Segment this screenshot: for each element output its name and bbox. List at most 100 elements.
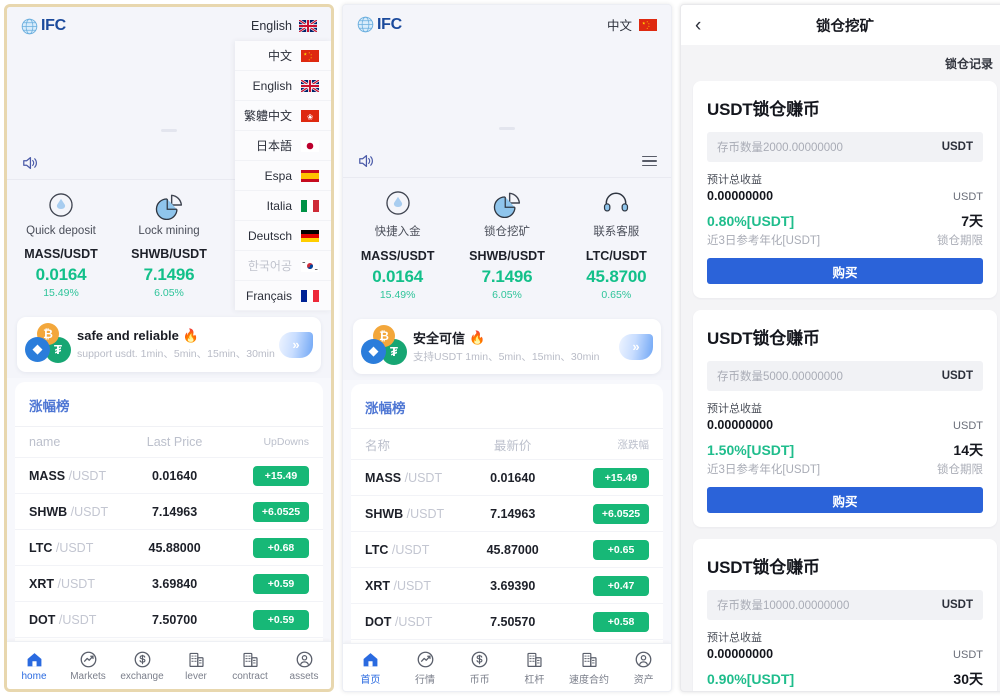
- market-symbol: MASS /USDT: [365, 470, 443, 485]
- bottom-tabbar-english[interactable]: home Markets exchange lever contract assets: [7, 641, 331, 689]
- buy-button[interactable]: 购买: [707, 258, 983, 284]
- announcement-speaker-icon[interactable]: [21, 155, 39, 171]
- market-price: 45.87000: [486, 542, 539, 557]
- amount-input[interactable]: 存币数量10000.00000000 USDT: [707, 590, 983, 620]
- language-selector[interactable]: 中文 ★ ★ ★ ★ ★: [607, 15, 657, 34]
- ticker-pair: MASS/USDT: [360, 249, 435, 263]
- language-option-8[interactable]: Français: [235, 281, 331, 311]
- table-row[interactable]: MASS /USDT 0.01640 +15.49: [351, 459, 663, 495]
- tab-首页[interactable]: 首页: [343, 649, 398, 686]
- col-header-change: 涨跌幅: [617, 438, 650, 451]
- tab-label: 资产: [633, 675, 654, 686]
- language-selector[interactable]: English: [251, 19, 318, 33]
- phone-panel-english-home: IFC English 中文 ★ ★ ★ ★ ★ English 繁軆中文 ❀ …: [4, 4, 334, 692]
- language-option-1[interactable]: English: [235, 71, 331, 101]
- table-row[interactable]: SHWB /USDT 7.14963 +6.0525: [351, 495, 663, 531]
- table-row[interactable]: XRT /USDT 3.69390 +0.47: [351, 567, 663, 603]
- fire-icon: 🔥: [182, 327, 200, 343]
- col-header-name: 名称: [365, 438, 391, 453]
- language-option-7[interactable]: 한국어공: [235, 251, 331, 281]
- tab-Markets[interactable]: Markets: [61, 649, 115, 682]
- quick-action-0[interactable]: Quick deposit MASS/USDT 0.0164 15.49%: [7, 188, 115, 299]
- tab-assets[interactable]: assets: [277, 649, 331, 682]
- buy-button[interactable]: 购买: [707, 487, 983, 513]
- language-dropdown-menu[interactable]: 中文 ★ ★ ★ ★ ★ English 繁軆中文 ❀ 日本語 Espa Italia Deutsch 한…: [235, 41, 331, 311]
- table-row[interactable]: LTC /USDT 45.87000 +0.65: [351, 531, 663, 567]
- table-row[interactable]: MASS /USDT 0.01640 +15.49: [15, 457, 323, 493]
- market-symbol: LTC /USDT: [29, 540, 94, 555]
- home-icon: [7, 649, 61, 670]
- deposit-icon: [7, 188, 115, 222]
- language-option-label: 日本語: [255, 139, 292, 153]
- amount-placeholder: 存币数量10000.00000000: [717, 600, 850, 612]
- table-row[interactable]: SHWB /USDT 7.14963 +6.0525: [15, 493, 323, 529]
- promo-arrow-button[interactable]: »: [279, 331, 313, 358]
- tab-杠杆[interactable]: 杠杆: [507, 649, 562, 686]
- ticker-price: 7.1496: [481, 267, 533, 286]
- market-price: 7.50570: [490, 614, 536, 629]
- quick-action-1[interactable]: 锁仓挖矿 SHWB/USDT 7.1496 6.05%: [452, 186, 561, 301]
- language-option-2[interactable]: 繁軆中文 ❀: [235, 101, 331, 131]
- language-option-label: 繁軆中文: [243, 109, 292, 123]
- amount-input[interactable]: 存币数量5000.00000000 USDT: [707, 361, 983, 391]
- ticker-change: 0.65%: [601, 289, 632, 301]
- amount-placeholder: 存币数量2000.00000000: [717, 142, 843, 154]
- market-price: 7.14963: [490, 506, 536, 521]
- tab-资产[interactable]: 资产: [616, 649, 671, 686]
- language-option-6[interactable]: Deutsch: [235, 221, 331, 251]
- market-price: 45.88000: [148, 540, 201, 555]
- coin-stack-icon: ₿ ◆ ₮: [357, 324, 411, 369]
- lock-term: 14天: [953, 442, 983, 458]
- market-card-title: 涨幅榜: [351, 384, 663, 429]
- quick-action-1[interactable]: Lock mining SHWB/USDT 7.1496 6.05%: [115, 188, 223, 299]
- col-header-name: name: [29, 435, 61, 449]
- tab-home[interactable]: home: [7, 649, 61, 682]
- menu-hamburger-icon[interactable]: [642, 155, 657, 167]
- tab-exchange[interactable]: exchange: [115, 649, 169, 682]
- tab-lever[interactable]: lever: [169, 649, 223, 682]
- market-price: 7.50700: [151, 612, 198, 627]
- promo-banner-wrap-english: ₿ ◆ ₮ safe and reliable 🔥 support usdt. …: [7, 309, 331, 378]
- earnings-unit: USDT: [953, 649, 983, 661]
- col-header-change: UpDowns: [263, 436, 309, 448]
- promo-arrow-button[interactable]: »: [619, 333, 653, 360]
- table-row[interactable]: DOT /USDT 7.50700 +0.59: [15, 601, 323, 637]
- amount-input[interactable]: 存币数量2000.00000000 USDT: [707, 132, 983, 162]
- language-selector-label: English: [251, 19, 292, 33]
- flag-icon-es: [301, 169, 319, 182]
- table-row[interactable]: LTC /USDT 45.88000 +0.68: [15, 529, 323, 565]
- market-symbol: MASS /USDT: [29, 468, 107, 483]
- bottom-tabbar-chinese[interactable]: 首页 行情 币币 杠杆 速度合约 资产: [343, 643, 671, 691]
- table-row[interactable]: DOT /USDT 7.50570 +0.58: [351, 603, 663, 639]
- market-table-header: name Last Price UpDowns: [15, 427, 323, 457]
- market-change: +0.59: [225, 609, 309, 630]
- tab-速度合约[interactable]: 速度合约: [562, 649, 617, 686]
- tab-行情[interactable]: 行情: [398, 649, 453, 686]
- promo-title: 安全可信: [413, 331, 466, 346]
- market-change: +0.47: [564, 575, 650, 596]
- market-price: 3.69840: [151, 576, 198, 591]
- tab-contract[interactable]: contract: [223, 649, 277, 682]
- annual-rate: 0.80%[USDT]: [707, 213, 795, 229]
- lock-records-link[interactable]: 锁仓记录: [681, 45, 1000, 81]
- lock-mining-card-list: USDT锁仓赚币 存币数量2000.00000000 USDT 预计总收益 0.0000…: [681, 81, 1000, 691]
- language-option-0[interactable]: 中文 ★ ★ ★ ★ ★: [235, 41, 331, 71]
- language-option-5[interactable]: Italia: [235, 191, 331, 221]
- pie-chart-icon: [115, 188, 223, 222]
- lock-term-note: 锁仓期限: [937, 235, 983, 247]
- svg-text:★: ★: [642, 20, 646, 25]
- svg-text:★: ★: [310, 56, 312, 59]
- language-option-4[interactable]: Espa: [235, 161, 331, 191]
- quick-action-0[interactable]: 快捷入金 MASS/USDT 0.0164 15.49%: [343, 186, 452, 301]
- tab-label: 币币: [469, 675, 490, 686]
- language-option-3[interactable]: 日本語: [235, 131, 331, 161]
- quick-action-2[interactable]: 联系客服 LTC/USDT 45.8700 0.65%: [562, 186, 671, 301]
- brand-logo: IFC: [21, 17, 66, 35]
- promo-banner[interactable]: ₿ ◆ ₮ safe and reliable 🔥 support usdt. …: [17, 317, 321, 372]
- tab-币币[interactable]: 币币: [452, 649, 507, 686]
- table-row[interactable]: XRT /USDT 3.69840 +0.59: [15, 565, 323, 601]
- announcement-speaker-icon[interactable]: [357, 153, 375, 169]
- tab-label: contract: [232, 671, 268, 682]
- promo-banner[interactable]: ₿ ◆ ₮ 安全可信 🔥 支持USDT 1min、5min、15min、30mi…: [353, 319, 661, 374]
- brand-name: IFC: [377, 15, 402, 33]
